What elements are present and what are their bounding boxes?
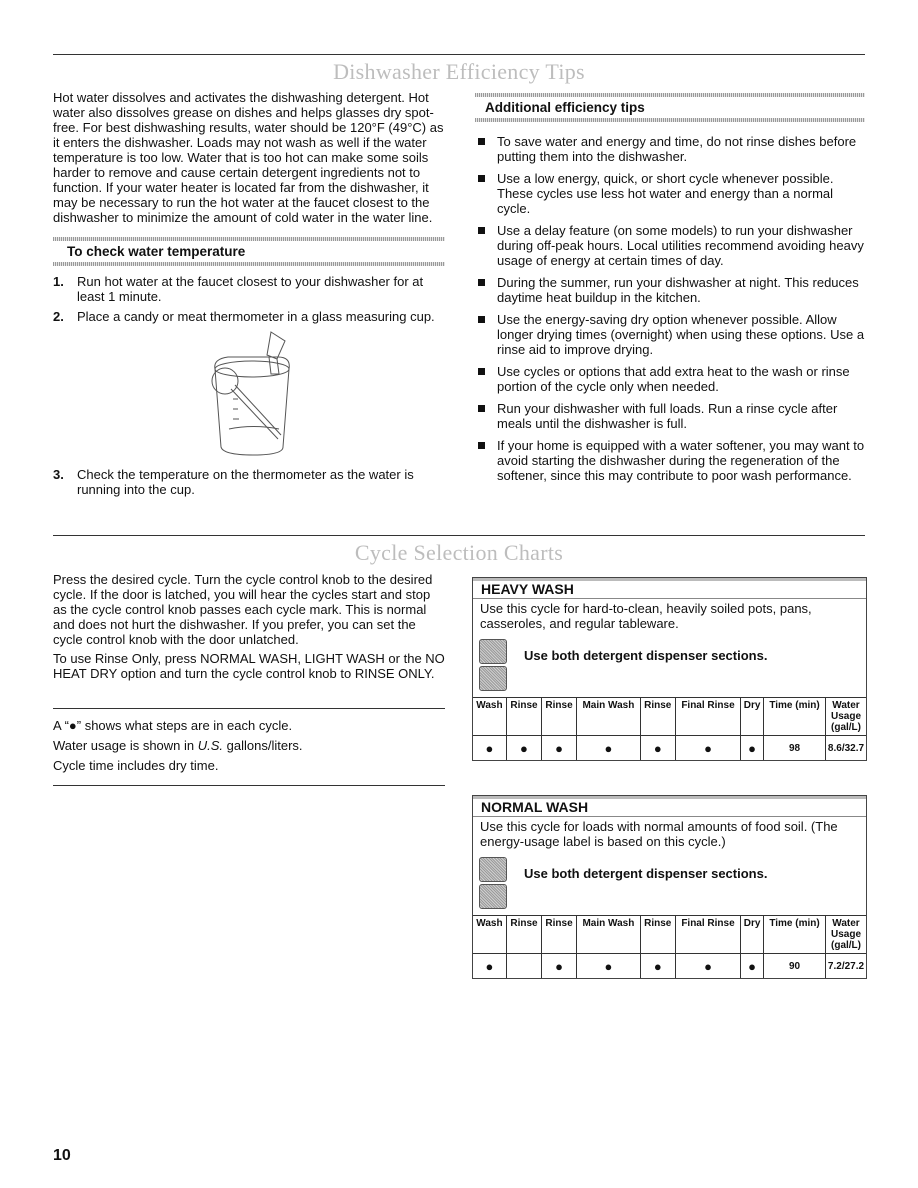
tip-item: To save water and energy and time, do no… bbox=[475, 134, 865, 164]
left-column-efficiency: Hot water dissolves and activates the di… bbox=[53, 90, 445, 502]
dispenser-note: Use both detergent dispenser sections. bbox=[473, 851, 866, 915]
cycle-name: HEAVY WASH bbox=[473, 578, 866, 599]
cycle-name: NORMAL WASH bbox=[473, 796, 866, 817]
table-header-row: Wash Rinse Rinse Main Wash Rinse Final Rinse D… bbox=[473, 915, 866, 954]
note-time: Cycle time includes dry time. bbox=[53, 758, 219, 773]
tip-item: Use a delay feature (on some models) to … bbox=[475, 223, 865, 268]
divider bbox=[53, 708, 445, 709]
divider bbox=[53, 785, 445, 786]
cycle-description: Use this cycle for hard-to-clean, heavil… bbox=[480, 601, 812, 631]
section-title-cycles: Cycle Selection Charts bbox=[354, 540, 564, 565]
dispenser-icon bbox=[479, 857, 507, 882]
thermometer-in-cup-illustration bbox=[211, 331, 290, 456]
cycle-instructions: Press the desired cycle. Turn the cycle … bbox=[53, 572, 433, 647]
tip-item: Run your dishwasher with full loads. Run… bbox=[475, 401, 865, 431]
step-item: 1. Run hot water at the faucet closest to… bbox=[53, 274, 424, 304]
table-row: ● ● ● ● ● ● 90 7.2/27.2 bbox=[473, 953, 866, 978]
dispenser-icon bbox=[479, 666, 507, 691]
section-title-efficiency: Dishwasher Efficiency Tips bbox=[333, 59, 585, 84]
rinse-only-instructions: To use Rinse Only, press NORMAL WASH, LI… bbox=[53, 651, 445, 681]
tips-heading: Additional efficiency tips bbox=[485, 100, 645, 115]
step-item: 3. Check the temperature on the thermomet… bbox=[53, 467, 414, 497]
cycle-description: Use this cycle for loads with normal amo… bbox=[480, 819, 838, 849]
page-number: 10 bbox=[53, 1147, 71, 1164]
tip-item: Use a low energy, quick, or short cycle … bbox=[475, 171, 865, 216]
cycle-steps-table: Wash Rinse Rinse Main Wash Rinse Final Rinse D… bbox=[473, 697, 866, 760]
note-dot: A “●” shows what steps are in each cycle… bbox=[53, 718, 293, 733]
cycle-steps-table: Wash Rinse Rinse Main Wash Rinse Final Rinse D… bbox=[473, 915, 866, 978]
tip-item: During the summer, run your dishwasher a… bbox=[475, 275, 865, 305]
tip-item: If your home is equipped with a water so… bbox=[475, 438, 865, 483]
table-row: ● ● ● ● ● ● ● 98 8.6/32.7 bbox=[473, 735, 866, 760]
divider bbox=[53, 262, 445, 266]
dispenser-note: Use both detergent dispenser sections. bbox=[473, 633, 866, 697]
cycle-chart-normal-wash: NORMAL WASH Use this cycle for loads wit… bbox=[472, 795, 867, 979]
left-column-cycles: Press the desired cycle. Turn the cycle … bbox=[53, 572, 445, 685]
tip-item: Use the energy-saving dry option wheneve… bbox=[475, 312, 865, 357]
chart-notes: A “●” shows what steps are in each cycle… bbox=[53, 718, 445, 777]
check-temp-heading: To check water temperature bbox=[67, 244, 246, 259]
table-header-row: Wash Rinse Rinse Main Wash Rinse Final Rinse D… bbox=[473, 697, 866, 736]
intro-paragraph: Hot water dissolves and activates the di… bbox=[53, 90, 444, 225]
dispenser-icon bbox=[479, 639, 507, 664]
dispenser-icon bbox=[479, 884, 507, 909]
cycle-chart-heavy-wash: HEAVY WASH Use this cycle for hard-to-cl… bbox=[472, 577, 867, 761]
section-rule bbox=[53, 535, 865, 536]
note-water: Water usage is shown in U.S. gallons/lit… bbox=[53, 738, 303, 753]
tip-item: Use cycles or options that add extra hea… bbox=[475, 364, 865, 394]
right-column-tips: Additional efficiency tips To save water… bbox=[475, 93, 865, 490]
step-item: 2. Place a candy or meat thermometer in a… bbox=[53, 309, 435, 324]
divider bbox=[475, 118, 865, 122]
top-rule bbox=[53, 54, 865, 55]
